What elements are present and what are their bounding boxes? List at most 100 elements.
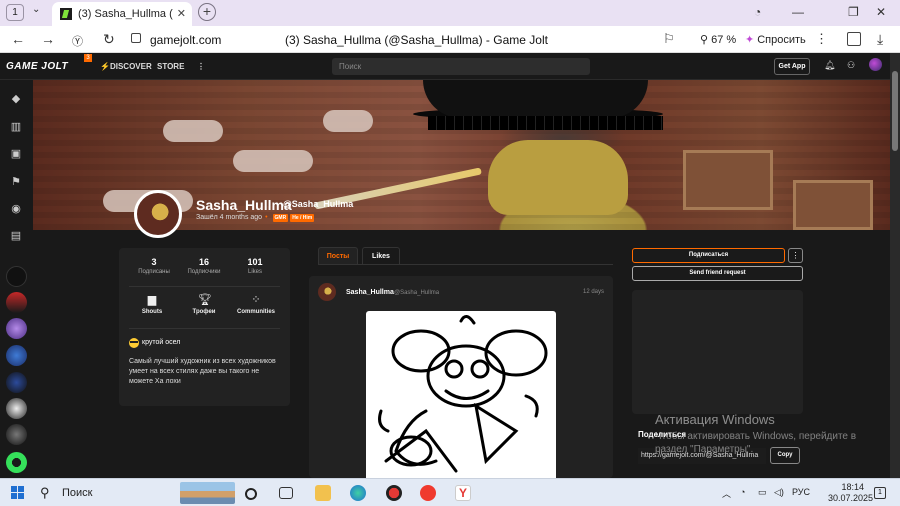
friend-request-button[interactable]: Send friend request xyxy=(632,266,803,281)
notifications-icon[interactable]: 1 xyxy=(874,487,886,499)
more-menu-icon[interactable]: ⋮ xyxy=(197,62,205,71)
bell-icon[interactable]: 🔔︎ xyxy=(824,60,835,71)
post-author-name[interactable]: Sasha_Hullma xyxy=(346,289,394,296)
library-icon[interactable]: ▤ xyxy=(9,229,23,243)
community-avatar[interactable] xyxy=(6,398,27,419)
get-app-button[interactable]: Get App xyxy=(774,58,810,75)
community-avatar[interactable] xyxy=(6,292,27,313)
url-field[interactable]: gamejolt.com xyxy=(150,33,221,47)
zoom-icon: ⚲ xyxy=(700,34,712,46)
search-input[interactable]: Поиск xyxy=(332,58,590,75)
browser-tab[interactable]: (3) Sasha_Hullma (@Sa ✕ xyxy=(52,2,192,26)
backpack-icon[interactable]: ▣ xyxy=(9,147,23,161)
apps-icon[interactable] xyxy=(279,487,293,499)
stat-following[interactable]: 3 Подписаны xyxy=(129,257,179,275)
window-close-icon[interactable]: ✕ xyxy=(876,5,886,19)
nav-discover[interactable]: ⚡DISCOVER xyxy=(100,62,152,71)
minimize-icon[interactable]: — xyxy=(792,5,804,19)
download-icon[interactable]: ⤓ xyxy=(877,31,883,48)
community-avatar[interactable] xyxy=(6,318,27,339)
zoom-value: 67 % xyxy=(711,34,737,46)
taskbar-clock[interactable]: 18:14 30.07.2025 xyxy=(828,482,874,504)
widgets-image[interactable] xyxy=(180,482,235,504)
volume-icon[interactable]: ◁) xyxy=(774,487,784,498)
activation-watermark-title: Активация Windows xyxy=(655,412,775,427)
nav-store[interactable]: STORE xyxy=(157,62,184,71)
friends-icon[interactable]: ⚇ xyxy=(847,60,855,71)
communities-icon: ⁘ xyxy=(251,294,261,306)
yandex-browser-icon[interactable] xyxy=(420,485,436,501)
browser-menu-icon[interactable]: ⋮ xyxy=(815,31,828,47)
banner-character xyxy=(488,140,628,215)
gamejolt-top-bar: GAME JOLT 3 ⚡DISCOVER STORE ⋮ Поиск Get … xyxy=(0,53,890,80)
tab-likes[interactable]: Likes xyxy=(362,247,400,264)
chevron-down-icon[interactable]: ⌄ xyxy=(32,4,40,15)
banner-crate xyxy=(683,150,773,210)
bookmark-icon[interactable]: ⚐ xyxy=(663,31,675,47)
gamejolt-favicon-icon xyxy=(60,8,72,20)
tray-chevron-icon[interactable]: ︿ xyxy=(722,487,731,500)
quests-icon[interactable]: ⚑ xyxy=(9,175,23,189)
community-avatar[interactable] xyxy=(6,424,27,445)
extensions-icon[interactable] xyxy=(847,32,861,46)
forward-arrow-icon[interactable]: → xyxy=(41,31,55,47)
profile-avatar[interactable] xyxy=(134,190,182,238)
user-avatar[interactable] xyxy=(869,58,882,71)
maximize-icon[interactable]: ❐ xyxy=(848,5,859,19)
home-icon[interactable]: ◆ xyxy=(9,92,23,106)
post-time[interactable]: 12 days xyxy=(583,289,604,295)
tab-count-button[interactable]: 1 xyxy=(6,4,24,21)
community-avatar[interactable] xyxy=(6,452,27,473)
file-explorer-icon[interactable] xyxy=(315,485,331,501)
zoom-level[interactable]: ⚲ 67 % xyxy=(700,33,736,46)
windows-start-icon[interactable] xyxy=(11,486,24,499)
post-author-avatar[interactable] xyxy=(318,283,336,301)
lock-icon[interactable] xyxy=(131,33,141,43)
ask-label: Спросить xyxy=(757,34,806,46)
activation-watermark-text: Чтобы активировать Windows, перейдите в … xyxy=(655,431,857,455)
tag-badge: GMR xyxy=(272,214,289,222)
subscribe-button[interactable]: Подписаться xyxy=(632,248,785,263)
tray-app-icon[interactable]: ◔ xyxy=(740,487,745,497)
notification-count-badge: 3 xyxy=(84,54,92,62)
profile-icon[interactable]: ◔ xyxy=(754,5,761,19)
recorder-icon[interactable] xyxy=(386,485,402,501)
community-avatar[interactable] xyxy=(6,345,27,366)
ask-button[interactable]: ✦ Спросить xyxy=(745,33,806,46)
new-tab-button[interactable]: + xyxy=(198,3,216,21)
stat-likes[interactable]: 101 Likes xyxy=(230,257,280,275)
community-avatar[interactable] xyxy=(6,372,27,393)
scrollbar-thumb[interactable] xyxy=(892,71,898,151)
reload-icon[interactable]: ↻ xyxy=(103,31,115,48)
yandex-app-icon[interactable]: Y xyxy=(455,485,471,501)
tab-posts[interactable]: Посты xyxy=(318,247,358,264)
communities-link[interactable]: ⁘ Communities xyxy=(231,294,281,315)
left-sidebar: ◆ ▥ ▣ ⚑ ◉ ▤ xyxy=(0,80,33,478)
profile-handle: @Sasha_Hullma xyxy=(283,199,354,209)
clock-date: 30.07.2025 xyxy=(828,493,874,503)
post-image[interactable] xyxy=(366,311,556,478)
close-icon[interactable]: ✕ xyxy=(177,7,186,20)
stat-followers[interactable]: 16 Подписчики xyxy=(179,257,229,275)
task-view-icon[interactable] xyxy=(245,488,257,500)
shouts-link[interactable]: ▆ Shouts xyxy=(127,294,177,315)
stat-label: Likes xyxy=(247,269,262,275)
more-options-icon[interactable]: ⋮ xyxy=(788,248,803,263)
back-arrow-icon[interactable]: ← xyxy=(11,31,25,47)
yandex-icon[interactable]: Ⓨ xyxy=(72,33,83,49)
store-icon[interactable]: ▥ xyxy=(9,120,23,134)
edge-icon[interactable] xyxy=(350,485,366,501)
search-icon[interactable]: ⚲ xyxy=(40,485,50,501)
trophies-link[interactable]: 🏆︎ Трофеи xyxy=(179,294,229,315)
taskbar-search[interactable]: Поиск xyxy=(62,487,92,499)
ad-placeholder xyxy=(632,290,803,414)
stat-number: 3 xyxy=(151,257,157,267)
gamejolt-logo[interactable]: GAME JOLT xyxy=(6,61,68,72)
battery-icon[interactable]: ▭ xyxy=(758,487,767,498)
scrollbar[interactable] xyxy=(890,53,900,478)
language-indicator[interactable]: РУС xyxy=(792,487,810,497)
radio-icon[interactable]: ◉ xyxy=(9,202,23,216)
community-avatar[interactable] xyxy=(6,266,27,287)
sunglasses-emoji-icon xyxy=(129,338,139,348)
stat-number: 16 xyxy=(198,257,209,267)
